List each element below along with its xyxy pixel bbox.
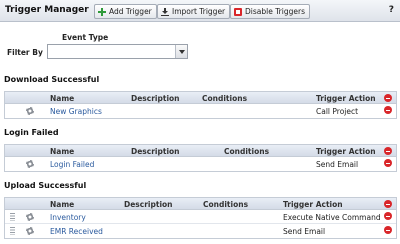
gear-icon[interactable] [26,213,34,221]
drag-handle-icon[interactable] [10,213,15,221]
delete-all-icon[interactable] [384,147,392,155]
gear-icon[interactable] [26,160,34,168]
table-row[interactable]: New Graphics Call Project [5,104,396,118]
event-type-label: Event Type [62,33,109,42]
col-description[interactable]: Description [124,200,173,209]
col-conditions[interactable]: Conditions [224,147,269,156]
gear-icon[interactable] [26,107,34,115]
plus-icon [98,7,106,16]
add-trigger-button[interactable]: Add Trigger [94,4,157,19]
col-trigger-action[interactable]: Trigger Action [316,94,376,103]
col-conditions[interactable]: Conditions [203,200,248,209]
col-description[interactable]: Description [131,94,180,103]
delete-icon[interactable] [384,106,392,114]
grid-header: Name Description Conditions Trigger Acti… [5,198,396,210]
gear-icon[interactable] [26,227,34,235]
delete-icon[interactable] [384,159,392,167]
trigger-grid-login-failed: Name Description Conditions Trigger Acti… [4,144,397,172]
trigger-name-link[interactable]: EMR Received [50,227,103,236]
section-title-download-successful: Download Successful [4,75,100,84]
grid-header: Name Description Conditions Trigger Acti… [5,145,396,157]
import-trigger-label: Import Trigger [172,7,226,16]
trigger-action: Send Email [316,160,359,169]
import-icon [161,7,169,16]
delete-all-icon[interactable] [384,94,392,102]
drag-handle-icon[interactable] [10,227,15,235]
event-type-select[interactable] [47,44,188,59]
delete-icon[interactable] [384,226,392,234]
import-trigger-button[interactable]: Import Trigger [157,4,231,19]
toolbar: Trigger Manager Add Trigger Import Trigg… [0,0,400,22]
trigger-action: Execute Native Command [283,213,381,222]
grid-header: Name Description Conditions Trigger Acti… [5,92,396,104]
trigger-name-link[interactable]: Login Failed [50,160,94,169]
trigger-name-link[interactable]: Inventory [50,213,86,222]
section-title-upload-successful: Upload Successful [4,181,87,190]
chevron-down-icon[interactable] [175,45,187,58]
col-conditions[interactable]: Conditions [202,94,247,103]
delete-all-icon[interactable] [384,200,392,208]
col-name[interactable]: Name [50,200,74,209]
help-button[interactable]: ? [389,5,394,15]
trigger-grid-download-successful: Name Description Conditions Trigger Acti… [4,91,397,119]
section-title-login-failed: Login Failed [4,128,59,137]
table-row[interactable]: EMR Received Send Email [5,224,396,238]
table-row[interactable]: Login Failed Send Email [5,157,396,171]
filter-by-label: Filter By [7,48,43,57]
col-trigger-action[interactable]: Trigger Action [283,200,343,209]
col-description[interactable]: Description [131,147,180,156]
disable-triggers-label: Disable Triggers [245,7,305,16]
delete-icon[interactable] [384,212,392,220]
trigger-action: Call Project [316,107,359,116]
trigger-grid-upload-successful: Name Description Conditions Trigger Acti… [4,197,397,239]
trigger-name-link[interactable]: New Graphics [50,107,102,116]
col-name[interactable]: Name [50,147,74,156]
table-row[interactable]: Inventory Execute Native Command [5,210,396,224]
disable-triggers-button[interactable]: Disable Triggers [230,4,310,19]
col-name[interactable]: Name [50,94,74,103]
disable-icon [234,7,242,16]
add-trigger-label: Add Trigger [109,7,152,16]
page-title: Trigger Manager [5,5,89,15]
col-trigger-action[interactable]: Trigger Action [316,147,376,156]
trigger-action: Send Email [283,227,326,236]
